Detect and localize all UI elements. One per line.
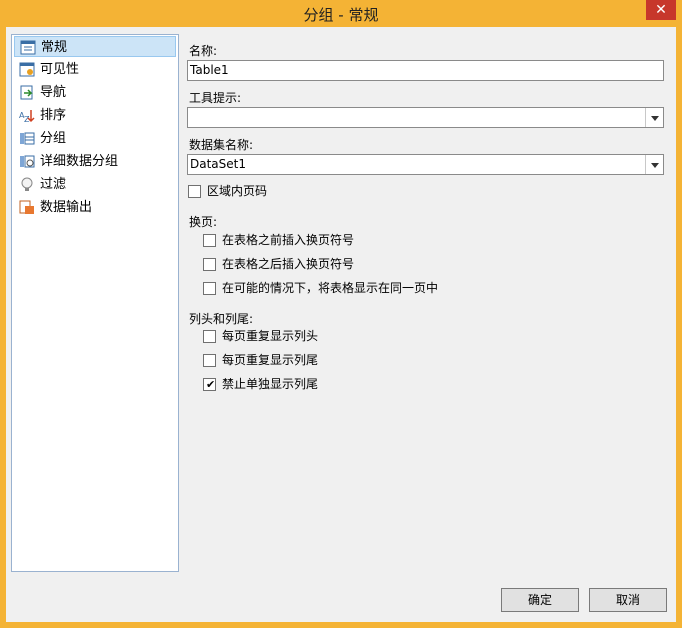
detail-group-icon <box>20 155 35 168</box>
sort-icon: A Z <box>19 110 35 123</box>
name-label: 名称: <box>189 44 218 58</box>
title-bar[interactable]: 分组 - 常规 ✕ <box>0 0 682 27</box>
sidebar-item-filter[interactable]: 过滤 <box>14 174 176 195</box>
repeat-footer-checkbox[interactable] <box>203 354 216 367</box>
page-break-heading: 换页: <box>189 215 218 229</box>
data-output-icon <box>19 200 34 214</box>
keep-together-checkbox[interactable] <box>203 282 216 295</box>
dialog-client: 常规 可见性 导航 A Z 排序 分组 详细数据分组 过滤 数据输出 名称: T… <box>6 27 676 622</box>
sidebar-item-sort[interactable]: A Z 排序 <box>14 105 176 126</box>
ok-button[interactable]: 确定 <box>501 588 579 612</box>
dataset-label: 数据集名称: <box>189 138 254 152</box>
sidebar-nav: 常规 可见性 导航 A Z 排序 分组 详细数据分组 过滤 数据输出 <box>11 34 179 572</box>
break-after-label: 在表格之后插入换页符号 <box>222 257 355 271</box>
break-before-label: 在表格之前插入换页符号 <box>222 233 355 247</box>
no-single-footer-label: 禁止单独显示列尾 <box>222 377 319 391</box>
name-input[interactable]: Table1 <box>187 60 664 81</box>
close-button[interactable]: ✕ <box>646 0 676 20</box>
no-single-footer-checkbox[interactable]: ✔ <box>203 378 216 391</box>
cancel-button[interactable]: 取消 <box>589 588 667 612</box>
repeat-header-label: 每页重复显示列头 <box>222 329 319 343</box>
sidebar-item-visibility[interactable]: 可见性 <box>14 59 176 80</box>
sidebar-item-data-output[interactable]: 数据输出 <box>14 197 176 218</box>
general-icon <box>20 40 36 55</box>
tooltip-combo[interactable] <box>187 107 664 128</box>
sidebar-item-label: 排序 <box>40 108 67 123</box>
dialog-window: 分组 - 常规 ✕ 常规 可见性 导航 A Z 排序 分组 详细数据分组 过滤 … <box>0 0 682 628</box>
page-number-label: 区域内页码 <box>207 184 268 198</box>
sidebar-item-label: 常规 <box>41 40 68 55</box>
sidebar-item-label: 分组 <box>40 131 67 146</box>
chevron-down-icon[interactable] <box>645 155 663 174</box>
tooltip-label: 工具提示: <box>189 91 242 105</box>
navigation-icon <box>20 85 33 100</box>
sidebar-item-label: 导航 <box>40 85 67 100</box>
visibility-icon <box>19 62 35 77</box>
repeat-footer-label: 每页重复显示列尾 <box>222 353 319 367</box>
sidebar-item-label: 可见性 <box>40 62 80 77</box>
page-number-checkbox[interactable] <box>188 185 201 198</box>
window-title: 分组 - 常规 <box>303 6 379 24</box>
filter-icon <box>21 177 33 191</box>
header-footer-heading: 列头和列尾: <box>189 312 254 326</box>
keep-together-label: 在可能的情况下，将表格显示在同一页中 <box>222 281 439 295</box>
sidebar-item-label: 过滤 <box>40 177 67 192</box>
break-after-checkbox[interactable] <box>203 258 216 271</box>
checkmark-icon: ✔ <box>206 378 216 391</box>
sidebar-item-group[interactable]: 分组 <box>14 128 176 149</box>
sidebar-item-label: 详细数据分组 <box>40 154 119 169</box>
dataset-value: DataSet1 <box>190 157 246 171</box>
repeat-header-checkbox[interactable] <box>203 330 216 343</box>
sidebar-item-label: 数据输出 <box>40 200 93 215</box>
group-icon <box>20 132 35 145</box>
sidebar-item-general[interactable]: 常规 <box>14 36 176 57</box>
break-before-checkbox[interactable] <box>203 234 216 247</box>
sidebar-item-navigation[interactable]: 导航 <box>14 82 176 103</box>
sidebar-item-detail-group[interactable]: 详细数据分组 <box>14 151 176 172</box>
dataset-combo[interactable]: DataSet1 <box>187 154 664 175</box>
chevron-down-icon[interactable] <box>645 108 663 127</box>
